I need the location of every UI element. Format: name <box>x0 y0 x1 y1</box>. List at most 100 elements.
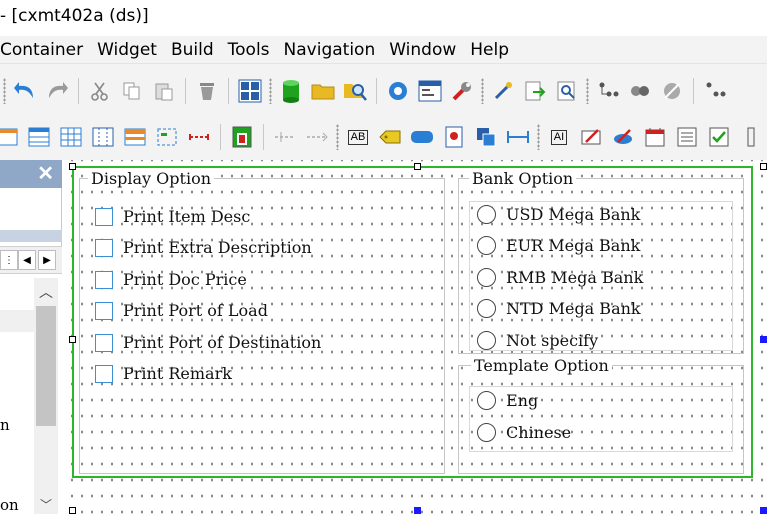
usd-mega-bank-radio[interactable] <box>477 205 496 224</box>
label-ai-icon[interactable]: AI <box>546 124 572 150</box>
list-icon[interactable] <box>674 124 700 150</box>
print-doc-price-row[interactable]: Print Doc Price <box>95 270 247 289</box>
paste-icon[interactable] <box>151 78 177 104</box>
toolbar-grip[interactable] <box>3 78 6 104</box>
forward-arrow-icon[interactable] <box>44 78 70 104</box>
design-canvas[interactable]: Display Option Print Item Desc Print Ext… <box>63 160 767 514</box>
chinese-radio[interactable] <box>477 423 496 442</box>
print-port-of-destination-checkbox[interactable] <box>95 333 113 352</box>
link-icon[interactable] <box>627 78 653 104</box>
toolbar-grip[interactable] <box>586 78 589 104</box>
print-extra-description-row[interactable]: Print Extra Description <box>95 238 312 257</box>
form-grid-icon[interactable] <box>0 124 20 150</box>
copy-icon[interactable] <box>119 78 145 104</box>
tool-icon[interactable] <box>659 78 685 104</box>
eng-radio[interactable] <box>477 391 496 410</box>
print-doc-price-checkbox[interactable] <box>95 270 113 289</box>
resize-handle[interactable] <box>69 163 76 170</box>
delete-icon[interactable] <box>194 78 220 104</box>
list-item-text[interactable]: on <box>0 496 19 514</box>
wand-icon[interactable] <box>490 78 516 104</box>
resize-handle[interactable] <box>414 163 421 170</box>
ntd-mega-bank-row[interactable]: NTD Mega Bank <box>477 299 641 318</box>
layer-icon[interactable] <box>473 124 499 150</box>
menu-window[interactable]: Window <box>389 40 456 60</box>
bank-option-group[interactable]: Bank Option USD Mega Bank EUR Mega Bank … <box>458 169 744 354</box>
chevron-up-icon[interactable]: ︿ <box>34 282 58 302</box>
folder-tab-icon[interactable] <box>122 124 148 150</box>
print-port-of-load-row[interactable]: Print Port of Load <box>95 301 268 320</box>
eng-row[interactable]: Eng <box>477 391 538 410</box>
columns-icon[interactable] <box>90 124 116 150</box>
label-ab-icon[interactable]: AB <box>345 124 371 150</box>
menu-navigation[interactable]: Navigation <box>284 40 376 60</box>
display-option-group[interactable]: Display Option Print Item Desc Print Ext… <box>79 169 445 474</box>
grid-icon[interactable] <box>237 78 263 104</box>
rmb-mega-bank-row[interactable]: RMB Mega Bank <box>477 268 643 287</box>
toolbar-grip[interactable] <box>537 124 540 150</box>
eur-mega-bank-row[interactable]: EUR Mega Bank <box>477 236 640 255</box>
gear-icon[interactable] <box>385 78 411 104</box>
menu-help[interactable]: Help <box>470 40 509 60</box>
hsplit-icon[interactable] <box>186 124 212 150</box>
not-specify-row[interactable]: Not specify <box>477 331 598 350</box>
db-form-icon[interactable] <box>229 124 255 150</box>
nav-right-icon[interactable]: ▶ <box>38 250 56 270</box>
scrollbar-thumb[interactable] <box>36 306 56 426</box>
toolbar-grip[interactable] <box>481 78 484 104</box>
back-arrow-icon[interactable] <box>12 78 38 104</box>
resize-handle[interactable] <box>414 507 421 514</box>
database-icon[interactable] <box>278 78 304 104</box>
close-icon[interactable]: ✕ <box>37 161 54 186</box>
eur-mega-bank-radio[interactable] <box>477 236 496 255</box>
ntd-mega-bank-radio[interactable] <box>477 299 496 318</box>
hline-arrow-icon[interactable] <box>304 124 330 150</box>
usd-mega-bank-row[interactable]: USD Mega Bank <box>477 205 640 224</box>
calendar-icon[interactable] <box>642 124 668 150</box>
resize-handle[interactable] <box>69 336 76 343</box>
not-specify-radio[interactable] <box>477 331 496 350</box>
preview-icon[interactable] <box>554 78 580 104</box>
toolbar-grip[interactable] <box>336 124 339 150</box>
folder-icon[interactable] <box>310 78 336 104</box>
export-icon[interactable] <box>522 78 548 104</box>
chevron-down-icon[interactable]: ﹀ <box>34 494 58 514</box>
form-icon[interactable] <box>417 78 443 104</box>
menu-tools[interactable]: Tools <box>228 40 270 60</box>
menu-build[interactable]: Build <box>171 40 214 60</box>
tag-icon[interactable] <box>377 124 403 150</box>
button-widget-icon[interactable] <box>409 124 435 150</box>
nav-dots-icon[interactable]: ⋮ <box>0 250 18 270</box>
print-item-desc-row[interactable]: Print Item Desc <box>95 207 250 226</box>
toolbar-grip[interactable] <box>269 78 272 104</box>
more-icon[interactable] <box>702 78 728 104</box>
resize-handle[interactable] <box>69 507 76 514</box>
resize-handle[interactable] <box>760 507 767 514</box>
print-port-of-load-checkbox[interactable] <box>95 301 113 320</box>
print-item-desc-checkbox[interactable] <box>95 207 113 226</box>
resize-handle[interactable] <box>760 336 767 343</box>
explore-icon[interactable] <box>342 78 368 104</box>
menu-container[interactable]: Container <box>0 40 83 60</box>
edit-icon[interactable] <box>578 124 604 150</box>
more-widget-icon[interactable] <box>738 124 764 150</box>
cut-icon[interactable] <box>87 78 113 104</box>
print-port-of-destination-row[interactable]: Print Port of Destination <box>95 333 321 352</box>
chinese-row[interactable]: Chinese <box>477 423 571 442</box>
edit-blue-icon[interactable] <box>610 124 636 150</box>
print-extra-description-checkbox[interactable] <box>95 238 113 257</box>
print-remark-row[interactable]: Print Remark <box>95 364 232 383</box>
image-widget-icon[interactable] <box>441 124 467 150</box>
tree-icon[interactable] <box>595 78 621 104</box>
group-icon[interactable] <box>154 124 180 150</box>
table-icon[interactable] <box>26 124 52 150</box>
menu-widget[interactable]: Widget <box>97 40 157 60</box>
rmb-mega-bank-radio[interactable] <box>477 268 496 287</box>
print-remark-checkbox[interactable] <box>95 364 113 383</box>
checkbox-widget-icon[interactable] <box>706 124 732 150</box>
grid-table-icon[interactable] <box>58 124 84 150</box>
nav-left-icon[interactable]: ◀ <box>18 250 36 270</box>
list-item-selected[interactable] <box>0 310 34 332</box>
hspace-icon[interactable] <box>505 124 531 150</box>
resize-handle[interactable] <box>760 163 767 170</box>
